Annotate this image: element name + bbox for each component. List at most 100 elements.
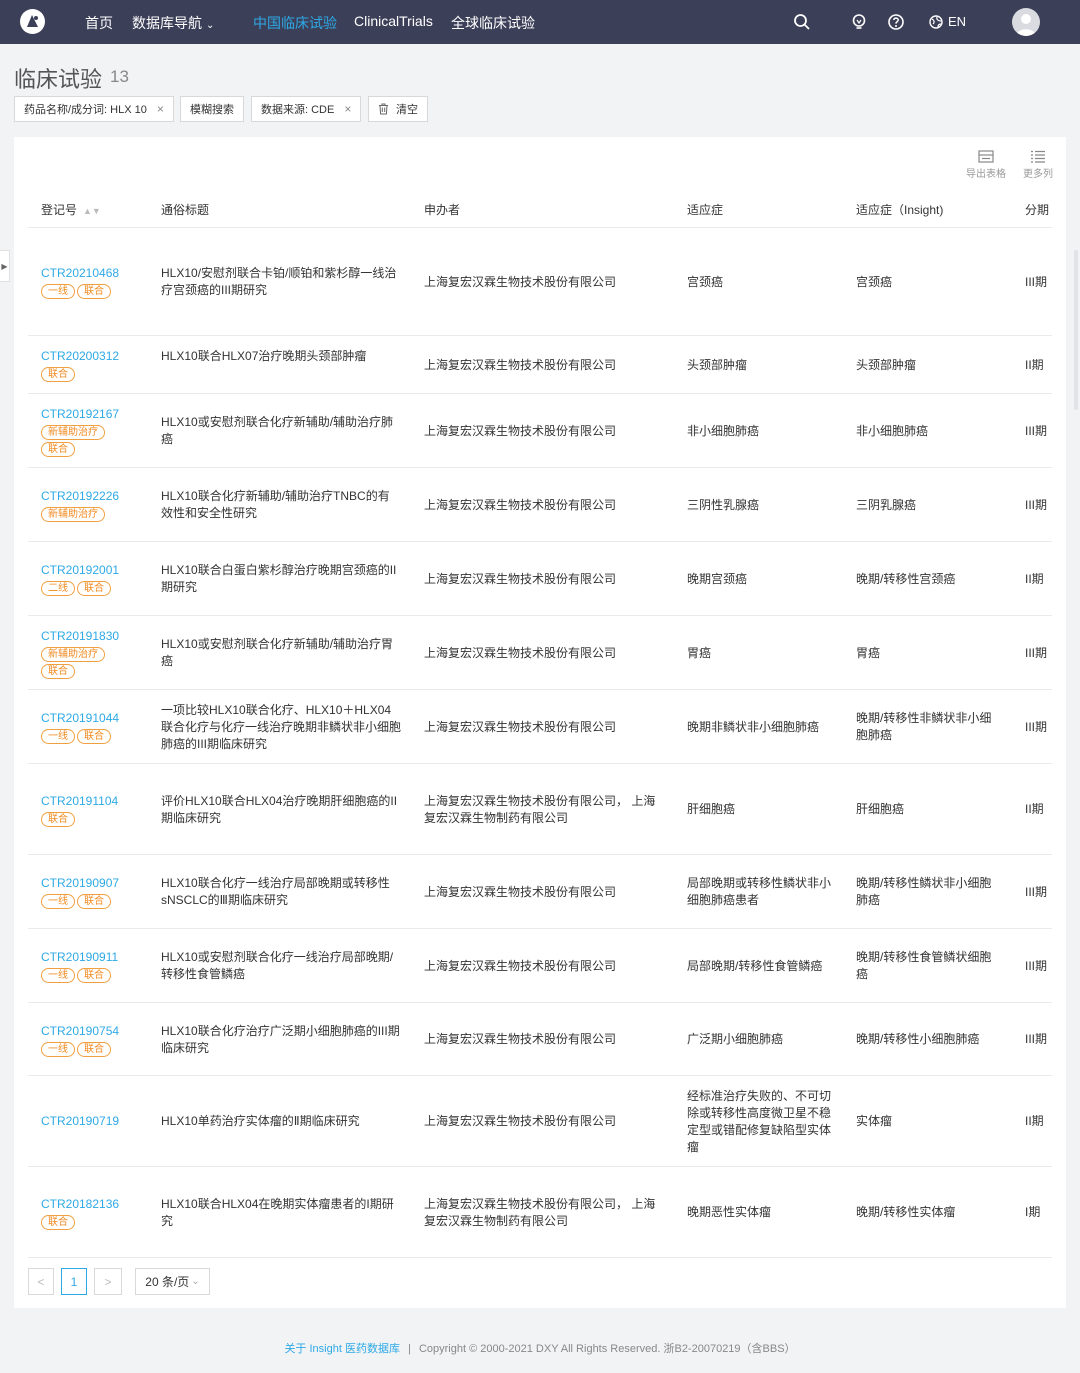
page-1-button[interactable]: 1 [61, 1268, 87, 1295]
table-row[interactable]: CTR20192167 新辅助治疗 联合 HLX10或安慰剂联合化疗新辅助/辅助治疗肺… [28, 394, 1052, 468]
clear-filters-button[interactable]: 清空 [368, 96, 428, 122]
tag-badge: 联合 [77, 284, 111, 299]
export-table-button[interactable]: 导出表格 [963, 150, 1009, 180]
tag-badge: 联合 [77, 894, 111, 909]
reg-no-link[interactable]: CTR20191044 [41, 710, 119, 727]
list-icon [1031, 150, 1045, 163]
column-header-sponsor: 申办者 [424, 203, 461, 217]
nav-cn-trials[interactable]: 中国临床试验 [253, 13, 337, 33]
sponsor-cell: 上海复宏汉霖生物技术股份有限公司 [424, 275, 617, 289]
page-size-select[interactable]: 20 条/页 ⌄ [135, 1268, 210, 1295]
nav-home[interactable]: 首页 [85, 13, 113, 33]
more-columns-button[interactable]: 更多列 [1015, 150, 1061, 180]
reg-no-cell: CTR20200312 联合 [41, 348, 119, 382]
ins-cell: 实体瘤 [856, 1114, 893, 1128]
next-page-button[interactable]: > [94, 1268, 122, 1295]
title-cell: HLX10联合化疗一线治疗局部晚期或转移性sNSCLC的Ⅲ期临床研究 [161, 876, 390, 907]
sponsor-cell: 上海复宏汉霖生物技术股份有限公司， 上海复宏汉霖生物制药有限公司 [424, 794, 656, 825]
about-link[interactable]: 关于 Insight 医药数据库 [284, 1343, 400, 1355]
table-row[interactable]: CTR20200312 联合 HLX10联合HLX07治疗晚期头颈部肿瘤 上海复宏汉霖… [28, 336, 1052, 394]
user-icon [1016, 14, 1036, 36]
ind-cell: 宫颈癌 [687, 275, 724, 289]
ins-cell: 晚期/转移性实体瘤 [856, 1205, 956, 1219]
reg-no-link[interactable]: CTR20190907 [41, 875, 119, 892]
title-cell: 一项比较HLX10联合化疗、HLX10＋HLX04联合化疗与化疗一线治疗晚期非鳞… [161, 703, 402, 751]
reg-no-link[interactable]: CTR20191830 [41, 628, 119, 645]
sort-icon[interactable]: ▲▼ [83, 206, 101, 216]
filter-chip-source[interactable]: 数据来源: CDE × [251, 96, 362, 122]
phase-cell: III期 [1025, 646, 1048, 660]
ins-cell: 晚期/转移性非鳞状非小细胞肺癌 [856, 711, 992, 742]
reg-no-link[interactable]: CTR20192001 [41, 562, 119, 579]
table-row[interactable]: CTR20191830 新辅助治疗 联合 HLX10或安慰剂联合化疗新辅助/辅助治疗胃… [28, 616, 1052, 690]
avatar[interactable] [1012, 8, 1040, 36]
table-row[interactable]: CTR20192226 新辅助治疗 HLX10联合化疗新辅助/辅助治疗TNBC的有效… [28, 468, 1052, 542]
nav-clinicaltrials[interactable]: ClinicalTrials [354, 13, 433, 29]
reg-no-link[interactable]: CTR20190911 [41, 949, 118, 966]
ind-cell: 局部晚期或转移性鳞状非小细胞肺癌患者 [687, 876, 832, 907]
table-row[interactable]: CTR20191044 一线 联合 一项比较HLX10联合化疗、HLX10＋HLX04… [28, 690, 1052, 764]
ind-cell: 经标准治疗失败的、不可切除或转移性高度微卫星不稳定型或错配修复缺陷型实体瘤 [687, 1089, 832, 1154]
trash-icon [379, 103, 388, 115]
table-row[interactable]: CTR20190754 一线 联合 HLX10联合化疗治疗广泛期小细胞肺癌的III期临… [28, 1003, 1052, 1076]
tag-badge: 一线 [41, 1042, 75, 1057]
reg-no-cell: CTR20191044 一线 联合 [41, 710, 119, 744]
filter-chip-fuzzy[interactable]: 模糊搜索 [180, 96, 244, 122]
collapse-arrow-icon[interactable]: ▶ [0, 250, 10, 282]
reg-no-link[interactable]: CTR20190719 [41, 1113, 119, 1130]
table-row[interactable]: CTR20210468 一线 联合 HLX10/安慰剂联合卡铂/顺铂和紫杉醇一线治疗宫… [28, 228, 1052, 336]
reg-no-link[interactable]: CTR20192226 [41, 488, 119, 505]
filter-chip-drug-label: 药品名称/成分词: HLX 10 [24, 104, 147, 116]
ind-cell: 广泛期小细胞肺癌 [687, 1032, 784, 1046]
phase-cell: III期 [1025, 885, 1048, 899]
ins-cell: 宫颈癌 [856, 275, 893, 289]
scrollbar[interactable] [1074, 250, 1078, 410]
column-header-indication: 适应症 [687, 203, 724, 217]
table-row[interactable]: CTR20182136 联合 HLX10联合HLX04在晚期实体瘤患者的I期研究 上海… [28, 1167, 1052, 1258]
reg-no-link[interactable]: CTR20192167 [41, 406, 119, 423]
title-cell: HLX10联合HLX04在晚期实体瘤患者的I期研究 [161, 1197, 394, 1228]
table-row[interactable]: CTR20190907 一线 联合 HLX10联合化疗一线治疗局部晚期或转移性sNSC… [28, 855, 1052, 929]
table-row[interactable]: CTR20190911 一线 联合 HLX10或安慰剂联合化疗一线治疗局部晚期/转移性… [28, 929, 1052, 1003]
ins-cell: 非小细胞肺癌 [856, 424, 929, 438]
close-icon[interactable]: × [157, 102, 164, 116]
language-switch[interactable]: EN [929, 14, 966, 29]
reg-no-link[interactable]: CTR20182136 [41, 1196, 119, 1213]
prev-page-button[interactable]: < [28, 1268, 54, 1295]
ind-cell: 肝细胞癌 [687, 802, 736, 816]
close-icon[interactable]: × [344, 102, 351, 116]
reg-no-cell: CTR20191104 联合 [41, 793, 118, 827]
nav-database[interactable]: 数据库导航 ⌄ [132, 13, 214, 33]
ins-cell: 头颈部肿瘤 [856, 358, 917, 372]
table-row[interactable]: CTR20191104 联合 评价HLX10联合HLX04治疗晚期肝细胞癌的II期临… [28, 764, 1052, 855]
tag-badge: 联合 [77, 729, 111, 744]
reg-no-link[interactable]: CTR20200312 [41, 348, 119, 365]
reg-no-link[interactable]: CTR20190754 [41, 1023, 119, 1040]
reg-no-link[interactable]: CTR20191104 [41, 793, 118, 810]
filter-chip-drug[interactable]: 药品名称/成分词: HLX 10 × [14, 96, 174, 122]
search-icon[interactable] [793, 13, 811, 31]
copyright-text: Copyright © 2000-2021 DXY All Rights Res… [418, 1343, 796, 1355]
more-columns-label: 更多列 [1023, 169, 1053, 180]
nav-global-trials[interactable]: 全球临床试验 [451, 13, 535, 33]
title-cell: HLX10联合化疗治疗广泛期小细胞肺癌的III期临床研究 [161, 1024, 400, 1055]
logo-icon[interactable] [20, 9, 45, 34]
phase-cell: I期 [1025, 1205, 1041, 1219]
lightbulb-icon[interactable] [850, 13, 868, 31]
table-header: 登记号 ▲▼ 通俗标题 申办者 适应症 适应症（Insight) 分期 [28, 188, 1052, 228]
column-header-reg-no[interactable]: 登记号 ▲▼ [41, 201, 101, 218]
title-cell: HLX10或安慰剂联合化疗新辅助/辅助治疗胃癌 [161, 637, 394, 668]
help-icon[interactable] [887, 13, 905, 31]
reg-no-link[interactable]: CTR20210468 [41, 265, 119, 282]
title-cell: HLX10联合化疗新辅助/辅助治疗TNBC的有效性和安全性研究 [161, 489, 390, 520]
ind-cell: 局部晚期/转移性食管鳞癌 [687, 959, 823, 973]
phase-cell: III期 [1025, 424, 1048, 438]
clear-filters-label: 清空 [396, 104, 418, 116]
ind-cell: 头颈部肿瘤 [687, 358, 748, 372]
phase-cell: III期 [1025, 1032, 1048, 1046]
chevron-down-icon: ⌄ [191, 1276, 200, 1287]
phase-cell: II期 [1025, 1114, 1044, 1128]
table-row[interactable]: CTR20192001 二线 联合 HLX10联合白蛋白紫杉醇治疗晚期宫颈癌的II期研… [28, 542, 1052, 616]
table-row[interactable]: CTR20190719 HLX10单药治疗实体瘤的Ⅱ期临床研究 上海复宏汉霖生物技术… [28, 1076, 1052, 1167]
sponsor-cell: 上海复宏汉霖生物技术股份有限公司， 上海复宏汉霖生物制药有限公司 [424, 1197, 656, 1228]
